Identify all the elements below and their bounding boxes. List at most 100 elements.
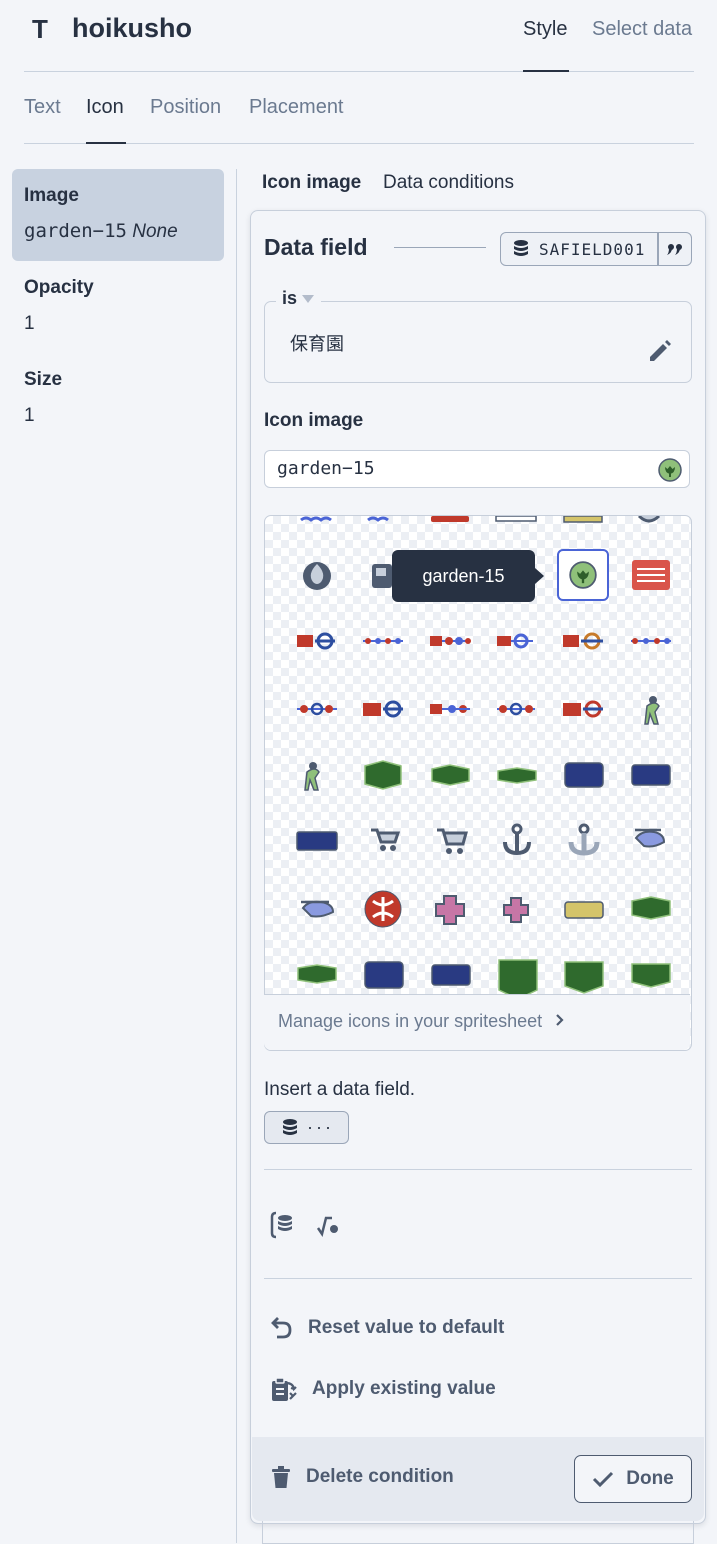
helicopter-icon <box>301 900 335 918</box>
fuel-icon <box>372 564 392 588</box>
subtab-placement[interactable]: Placement <box>249 96 344 119</box>
road-shield-green-icon <box>564 961 604 994</box>
condition-value: 保育園 <box>290 334 344 354</box>
section-divider <box>264 1278 692 1279</box>
property-opacity-value: 1 <box>24 313 35 334</box>
garden-icon <box>569 561 597 589</box>
subtab-text[interactable]: Text <box>24 96 61 119</box>
text-layer-icon: T <box>32 14 48 44</box>
tab-style[interactable]: Style <box>523 18 567 41</box>
road-shield-icon <box>563 516 603 523</box>
rail-light-icon <box>497 702 535 716</box>
pencil-icon[interactable] <box>646 337 674 365</box>
done-button[interactable]: Done <box>574 1455 692 1503</box>
column-divider <box>236 169 237 1543</box>
header-divider <box>24 71 694 72</box>
subtab-icon[interactable]: Icon <box>86 96 124 119</box>
subtab-position[interactable]: Position <box>150 96 221 119</box>
tab-select-data[interactable]: Select data <box>592 18 692 41</box>
insert-field-text: Insert a data field. <box>264 1079 416 1100</box>
circle-icon <box>637 516 661 523</box>
property-size-label[interactable]: Size <box>24 369 62 391</box>
operator-label: is <box>282 288 298 308</box>
reset-value-label: Reset value to default <box>308 1317 505 1338</box>
function-icon[interactable] <box>316 1212 342 1238</box>
section-divider <box>264 1169 692 1170</box>
road-shield-blue-icon <box>564 762 604 788</box>
golf-icon <box>644 696 660 725</box>
insert-field-dots: ··· <box>307 1117 334 1137</box>
property-image-selected[interactable] <box>12 169 224 261</box>
rail-london-icon <box>563 632 603 650</box>
reset-value-button[interactable]: Reset value to default <box>270 1315 504 1341</box>
tab-data-conditions[interactable]: Data conditions <box>383 172 514 194</box>
rail-dlr-icon <box>631 638 671 644</box>
data-field-rule <box>394 247 486 248</box>
delete-condition-label: Delete condition <box>306 1466 454 1487</box>
data-field-name: SAFIELD001 <box>539 239 646 259</box>
trash-icon <box>272 1466 290 1488</box>
rail-light-icon <box>497 633 533 649</box>
icon-tooltip: garden-15 <box>392 550 535 602</box>
chevron-right-icon <box>556 1014 564 1026</box>
garden-icon <box>658 458 682 482</box>
delete-condition-button[interactable]: Delete condition <box>270 1465 454 1489</box>
data-field-title: Data field <box>264 234 368 260</box>
rail-icon <box>431 516 469 522</box>
tab-icon-image[interactable]: Icon image <box>262 172 361 194</box>
road-shield-green-icon <box>631 896 671 920</box>
clipboard-apply-icon <box>272 1377 297 1401</box>
road-shield-green-icon <box>631 963 671 988</box>
road-shield-green-icon <box>498 959 538 996</box>
property-image-value-text: garden−15 <box>24 220 127 242</box>
golf-icon <box>304 762 320 791</box>
road-shield-green-icon <box>497 767 537 784</box>
rail-london-icon <box>297 632 335 650</box>
tooltip-arrow <box>535 568 544 584</box>
hospital-icon <box>503 897 529 923</box>
database-icon <box>283 1118 297 1135</box>
layer-name: hoikusho <box>72 13 192 43</box>
data-expression-icon[interactable] <box>270 1211 296 1239</box>
next-condition-card <box>262 1521 694 1544</box>
road-shield-blue-icon <box>364 961 404 989</box>
road-shield-green-icon <box>431 764 470 786</box>
property-image-value: garden−15 None <box>24 220 178 243</box>
apply-existing-label: Apply existing value <box>312 1378 496 1399</box>
road-shield-blue-icon <box>296 831 338 851</box>
road-shield-green-icon <box>297 964 337 984</box>
rail-dlr-icon <box>363 638 403 644</box>
rail-metro-icon <box>297 702 337 716</box>
apply-existing-button[interactable]: Apply existing value <box>270 1375 496 1403</box>
road-shield-icon <box>495 516 537 522</box>
subtab-icon-underline <box>86 142 126 144</box>
property-image-value-suffix: None <box>132 221 178 242</box>
data-field-chip[interactable]: SAFIELD001 <box>500 232 692 266</box>
water-icon <box>367 516 389 522</box>
database-icon <box>514 240 528 256</box>
icon-grid-selected-cell[interactable] <box>557 549 609 601</box>
rail-metro-icon <box>430 636 471 646</box>
helicopter-icon <box>634 828 666 848</box>
rail-london-icon <box>563 700 603 718</box>
road-shield-green-icon <box>364 760 402 790</box>
caret-down-icon <box>302 294 315 303</box>
manage-icons-text: Manage icons in your spritesheet <box>278 1011 543 1031</box>
manage-icons-link[interactable]: Manage icons in your spritesheet <box>278 1011 567 1032</box>
road-shield-blue-icon <box>631 764 671 786</box>
rail-london-icon <box>363 700 403 718</box>
chip-separator <box>657 233 659 265</box>
operator-select[interactable]: is <box>276 288 322 309</box>
property-image-label: Image <box>24 185 79 206</box>
hospital-icon <box>435 895 465 925</box>
insert-field-chip[interactable]: ··· <box>264 1111 349 1144</box>
mtr-icon <box>364 890 402 928</box>
property-size-value: 1 <box>24 405 35 426</box>
road-shield-blue-icon <box>431 964 471 986</box>
quote-icon[interactable] <box>665 238 685 258</box>
icon-image-input[interactable]: garden−15 <box>264 450 690 488</box>
national-rail-icon <box>632 560 670 590</box>
property-opacity-label[interactable]: Opacity <box>24 277 94 299</box>
water-icon <box>300 516 332 522</box>
grocery-icon <box>437 828 468 854</box>
